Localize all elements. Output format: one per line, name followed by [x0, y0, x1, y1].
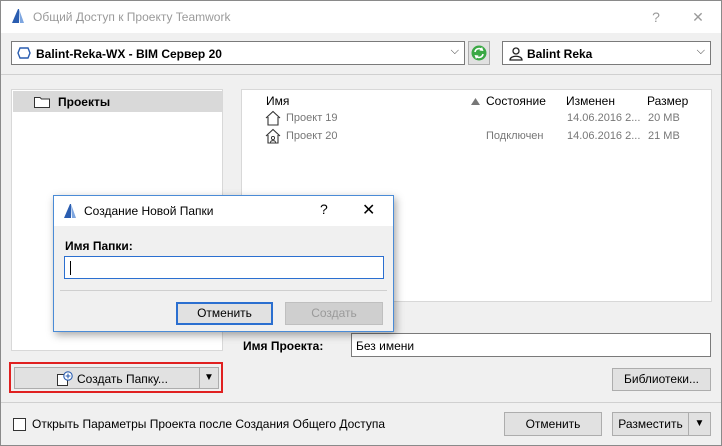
user-label: Balint Reka	[527, 47, 593, 61]
row-size: 20 MB	[648, 112, 680, 124]
text-caret	[70, 261, 71, 275]
cancel-button[interactable]: Отменить	[504, 412, 602, 436]
caret-down-icon: ▼	[204, 372, 214, 383]
open-settings-checkbox[interactable]	[13, 418, 26, 431]
divider	[1, 402, 721, 403]
server-select[interactable]: Balint-Reka-WX - BIM Сервер 20 ⌵	[11, 41, 465, 65]
share-dropdown[interactable]: ▼	[688, 412, 711, 436]
server-label: Balint-Reka-WX - BIM Сервер 20	[36, 47, 222, 61]
user-icon	[509, 47, 523, 61]
folder-name-label: Имя Папки:	[65, 239, 133, 253]
archicad-icon	[12, 9, 24, 23]
table-row[interactable]: Проект 20 Подключен 14.06.2016 2... 21 M…	[242, 128, 711, 146]
chevron-down-icon: ⌵	[696, 45, 705, 57]
create-folder-dropdown[interactable]: ▼	[199, 367, 219, 389]
new-folder-icon	[57, 371, 73, 386]
row-state: Подключен	[486, 130, 544, 142]
sort-ascending-icon	[471, 98, 480, 105]
create-folder-button[interactable]: Создать Папку...	[14, 367, 200, 389]
tree-item-projects[interactable]: Проекты	[13, 91, 222, 112]
title-bar: Общий Доступ к Проекту Teamwork ? ✕	[1, 1, 721, 33]
column-header-modified[interactable]: Изменен	[566, 94, 615, 108]
server-icon	[17, 47, 31, 59]
archicad-icon	[64, 204, 76, 218]
open-settings-label: Открыть Параметры Проекта после Создания…	[32, 417, 386, 431]
column-header-size[interactable]: Размер	[647, 94, 688, 108]
caret-down-icon: ▼	[694, 418, 705, 429]
dialog-close-button[interactable]: ✕	[362, 200, 375, 220]
table-row[interactable]: Проект 19 14.06.2016 2... 20 MB	[242, 110, 711, 128]
teamwork-share-window: Общий Доступ к Проекту Teamwork ? ✕ Bali…	[0, 0, 722, 446]
create-folder-highlight: Создать Папку... ▼	[9, 362, 223, 393]
help-button[interactable]: ?	[639, 5, 673, 29]
dialog-divider	[60, 290, 387, 291]
row-name: Проект 19	[286, 112, 338, 124]
dialog-cancel-button[interactable]: Отменить	[176, 302, 273, 325]
refresh-button[interactable]	[468, 41, 490, 65]
user-select[interactable]: Balint Reka ⌵	[502, 41, 711, 65]
column-header-state[interactable]: Состояние	[486, 94, 546, 108]
project-name-label: Имя Проекта:	[243, 339, 324, 353]
project-house-icon	[265, 110, 281, 126]
dialog-help-button[interactable]: ?	[320, 201, 328, 217]
row-name: Проект 20	[286, 130, 338, 142]
refresh-icon	[471, 45, 487, 61]
window-title: Общий Доступ к Проекту Teamwork	[33, 10, 231, 24]
folder-name-input[interactable]	[64, 256, 384, 279]
row-size: 21 MB	[648, 130, 680, 142]
chevron-down-icon: ⌵	[450, 45, 459, 57]
folder-icon	[34, 97, 50, 108]
close-button[interactable]: ✕	[681, 5, 715, 29]
dialog-create-button[interactable]: Создать	[285, 302, 383, 325]
project-name-value: Без имени	[356, 339, 415, 353]
dialog-title-bar: Создание Новой Папки ? ✕	[54, 196, 393, 226]
divider	[1, 74, 721, 75]
column-header-name[interactable]: Имя	[266, 94, 289, 108]
project-name-input[interactable]: Без имени	[351, 333, 711, 357]
libraries-button[interactable]: Библиотеки...	[612, 368, 711, 391]
tree-item-label: Проекты	[58, 95, 111, 109]
share-button[interactable]: Разместить	[612, 412, 689, 436]
row-modified: 14.06.2016 2...	[567, 112, 641, 124]
row-modified: 14.06.2016 2...	[567, 130, 641, 142]
dialog-title: Создание Новой Папки	[84, 204, 214, 218]
create-folder-label: Создать Папку...	[77, 372, 168, 386]
project-house-user-icon	[265, 128, 281, 144]
new-folder-dialog: Создание Новой Папки ? ✕ Имя Папки: Отме…	[53, 195, 394, 332]
